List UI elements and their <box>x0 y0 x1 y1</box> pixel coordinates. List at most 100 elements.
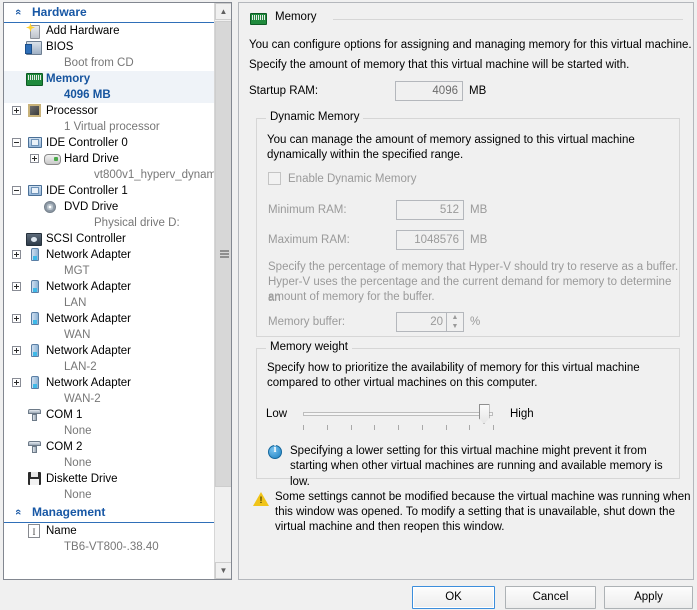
startup-ram-input[interactable]: 4096 <box>395 81 463 101</box>
hard-drive-icon <box>44 154 61 165</box>
name-icon <box>28 524 40 540</box>
tree-item-scsi-controller[interactable]: SCSI Controller <box>4 231 215 247</box>
memory-weight-info-1: Specifying a lower setting for this virt… <box>290 445 647 457</box>
tree-item-ide-controller-1[interactable]: IDE Controller 1 <box>4 183 215 199</box>
memory-settings-panel: Memory You can configure options for ass… <box>238 2 694 580</box>
buffer-desc-1: Specify the percentage of memory that Hy… <box>268 261 679 273</box>
memory-weight-desc-2: compared to other virtual machines on th… <box>267 377 538 389</box>
tree-item-network-adapter[interactable]: Network Adapter LAN-2 <box>4 343 215 375</box>
tree-vertical-scrollbar[interactable]: ▲ ▼ <box>214 3 231 579</box>
chevron-up-icon[interactable]: « <box>12 506 24 518</box>
tree-item-label: Name <box>4 523 215 540</box>
slider-tick <box>327 425 328 430</box>
diskette-drive-icon <box>28 472 41 485</box>
tree-item-label: DVD Drive <box>4 199 215 215</box>
tree-item-dvd-drive[interactable]: DVD Drive Physical drive D: <box>4 199 215 231</box>
scrollbar-thumb[interactable] <box>215 21 231 487</box>
dynamic-memory-group: Dynamic Memory You can manage the amount… <box>256 111 680 337</box>
memory-weight-group: Memory weight Specify how to prioritize … <box>256 341 680 488</box>
chevron-up-icon[interactable]: « <box>12 6 24 18</box>
scroll-down-button[interactable]: ▼ <box>215 562 231 579</box>
minimum-ram-input[interactable]: 512 <box>396 200 464 220</box>
tree-item-sublabel: WAN-2 <box>64 393 101 405</box>
slider-tick <box>351 425 352 430</box>
tree-expand-icon[interactable] <box>12 314 21 323</box>
tree-group-label: Hardware <box>32 5 87 19</box>
slider-tick <box>398 425 399 430</box>
tree-item-processor[interactable]: Processor 1 Virtual processor <box>4 103 215 135</box>
tree-expand-icon[interactable] <box>12 378 21 387</box>
minimum-ram-unit: MB <box>470 204 488 216</box>
maximum-ram-input[interactable]: 1048576 <box>396 230 464 250</box>
enable-dynamic-memory-label: Enable Dynamic Memory <box>288 173 417 185</box>
tree-item-memory[interactable]: Memory 4096 MB <box>4 71 215 103</box>
tree-group-hardware[interactable]: « Hardware <box>4 3 215 23</box>
warning-line-3: virtual machine and then reopen this win… <box>275 521 505 533</box>
spinner-up-icon[interactable]: ▲ <box>447 313 463 322</box>
tree-list[interactable]: « Hardware Add Hardware BIOS Boot from CD Mem… <box>4 3 215 579</box>
tree-item-ide-controller-0[interactable]: IDE Controller 0 <box>4 135 215 151</box>
tree-item-com-1[interactable]: COM 1 None <box>4 407 215 439</box>
dynamic-memory-desc-2: dynamically within the specified range. <box>267 149 464 161</box>
network-adapter-icon <box>31 280 39 293</box>
tree-item-label: COM 2 <box>4 439 215 455</box>
warning-line-2: this window was opened. To modify a sett… <box>275 506 675 518</box>
tree-item-label: Hard Drive <box>4 151 215 167</box>
tree-item-label: IDE Controller 1 <box>4 183 215 199</box>
tree-item-label: BIOS <box>4 39 215 55</box>
tree-group-label: Management <box>32 505 106 519</box>
tree-item-network-adapter[interactable]: Network Adapter WAN <box>4 311 215 343</box>
tree-item-bios[interactable]: BIOS Boot from CD <box>4 39 215 71</box>
buffer-desc-3: amount of memory for the buffer. <box>268 291 435 303</box>
dynamic-memory-desc-1: You can manage the amount of memory assi… <box>267 134 635 146</box>
apply-button[interactable]: Apply <box>604 586 693 609</box>
tree-item-network-adapter[interactable]: Network Adapter LAN <box>4 279 215 311</box>
tree-item-label: IDE Controller 0 <box>4 135 215 151</box>
tree-item-diskette-drive[interactable]: Diskette Drive None <box>4 471 215 503</box>
tree-item-name[interactable]: NameTB6-VT800-.38.40 <box>4 523 215 555</box>
tree-expand-icon[interactable] <box>12 250 21 259</box>
scrollbar-grip-icon <box>220 250 229 258</box>
tree-item-hard-drive[interactable]: Hard Drive vt800v1_hyperv_dynamic_... <box>4 151 215 183</box>
tree-item-add-hardware[interactable]: Add Hardware <box>4 23 215 39</box>
tree-item-com-2[interactable]: COM 2 None <box>4 439 215 471</box>
add-hardware-icon <box>30 25 40 39</box>
cancel-button[interactable]: Cancel <box>505 586 596 609</box>
tree-group-management[interactable]: « Management <box>4 503 215 523</box>
memory-weight-info-2: starting when other virtual machines are… <box>290 460 663 488</box>
tree-expand-icon[interactable] <box>30 154 39 163</box>
com-port-icon <box>28 441 41 453</box>
tree-collapse-icon[interactable] <box>12 186 21 195</box>
memory-buffer-input[interactable]: 20 ▲ ▼ <box>396 312 464 332</box>
tree-expand-icon[interactable] <box>12 282 21 291</box>
slider-tick <box>469 425 470 430</box>
startup-ram-label: Startup RAM: <box>249 85 319 97</box>
tree-collapse-icon[interactable] <box>12 138 21 147</box>
tree-expand-icon[interactable] <box>12 346 21 355</box>
tree-expand-icon[interactable] <box>12 106 21 115</box>
tree-item-label: Network Adapter <box>4 311 215 327</box>
tree-item-network-adapter[interactable]: Network Adapter MGT <box>4 247 215 279</box>
network-adapter-icon <box>31 376 39 389</box>
slider-low-label: Low <box>266 408 288 420</box>
ide-controller-icon <box>28 185 42 196</box>
memory-weight-slider-ticks <box>303 425 494 430</box>
scroll-up-button[interactable]: ▲ <box>215 3 231 20</box>
enable-dynamic-memory-checkbox[interactable] <box>268 172 281 185</box>
tree-item-sublabel: LAN-2 <box>64 361 97 373</box>
tree-item-network-adapter[interactable]: Network Adapter WAN-2 <box>4 375 215 407</box>
tree-item-label: Processor <box>4 103 215 119</box>
memory-weight-slider-track[interactable] <box>303 412 493 416</box>
spinner-down-icon[interactable]: ▼ <box>447 322 463 331</box>
slider-tick <box>493 425 494 430</box>
tree-item-label: Memory <box>4 71 215 87</box>
dynamic-memory-title: Dynamic Memory <box>266 111 364 123</box>
memory-weight-slider-thumb[interactable] <box>478 404 490 424</box>
ok-button[interactable]: OK <box>412 586 495 609</box>
startup-ram-unit: MB <box>469 85 487 97</box>
slider-tick <box>374 425 375 430</box>
slider-high-label: High <box>510 408 534 420</box>
memory-buffer-spinner[interactable]: ▲ ▼ <box>446 313 463 331</box>
tree-item-sublabel: MGT <box>64 265 90 277</box>
tree-item-label: Network Adapter <box>4 247 215 263</box>
